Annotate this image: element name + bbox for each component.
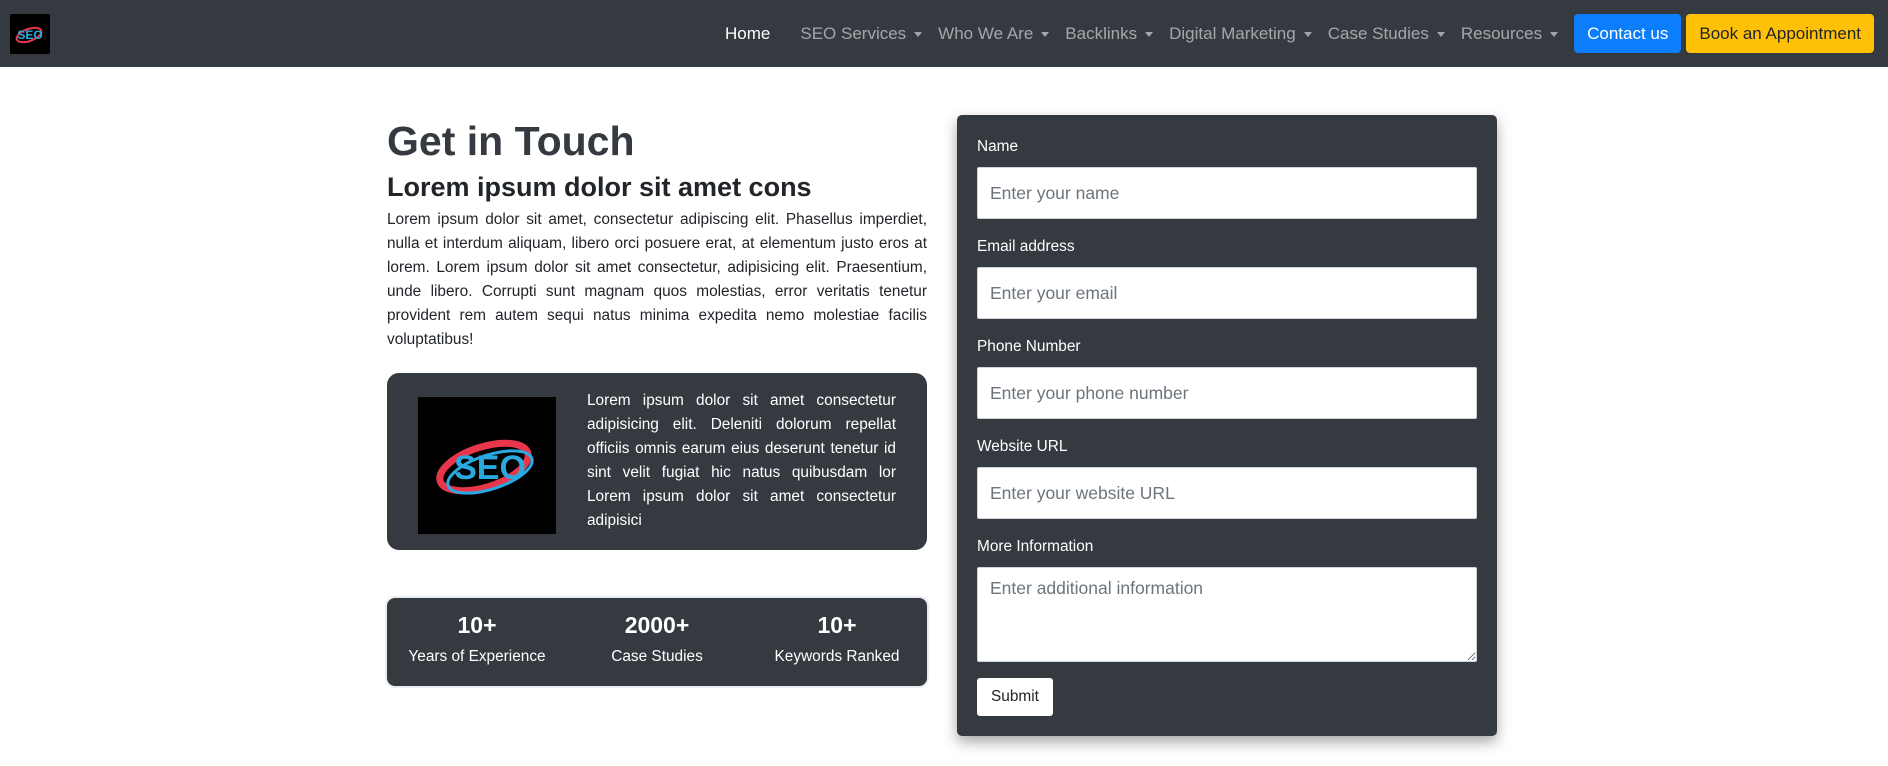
nav-backlinks-label: Backlinks	[1065, 23, 1138, 43]
phone-input[interactable]	[977, 367, 1477, 419]
nav-case-studies[interactable]: Case Studies	[1320, 24, 1453, 44]
caret-down-icon	[1041, 31, 1050, 37]
nav-digital-marketing-label: Digital Marketing	[1169, 23, 1296, 43]
seo-logo-icon: SEO	[436, 439, 534, 495]
nav-backlinks[interactable]: Backlinks	[1057, 24, 1161, 44]
stat-case-studies: 2000+ Case Studies	[567, 598, 747, 686]
caret-down-icon	[1436, 31, 1445, 37]
nav-seo-services[interactable]: SEO Services	[792, 24, 930, 44]
nav-case-studies-label: Case Studies	[1327, 23, 1429, 43]
submit-button[interactable]: Submit	[977, 678, 1053, 716]
email-input[interactable]	[977, 267, 1477, 319]
intro-paragraph: Lorem ipsum dolor sit amet, consectetur …	[387, 211, 927, 348]
nav-home-label: Home	[725, 23, 771, 43]
website-input[interactable]	[977, 467, 1477, 519]
seo-logo[interactable]: SEO	[10, 14, 50, 54]
stat-experience: 10+ Years of Experience	[387, 598, 567, 686]
info-textarea[interactable]	[977, 567, 1477, 662]
info-label: More Information	[977, 538, 1094, 555]
page-subtitle: Lorem ipsum dolor sit amet cons	[387, 172, 812, 202]
stat-label: Years of Experience	[408, 648, 546, 665]
caret-down-icon	[1303, 31, 1312, 37]
stat-value: 10+	[817, 612, 857, 638]
nav-resources-label: Resources	[1460, 23, 1543, 43]
stats-panel: 10+ Years of Experience 2000+ Case Studi…	[387, 598, 927, 686]
caret-down-icon	[1145, 31, 1154, 37]
navbar: SEO Home SEO Services Who We Are Backlin…	[0, 0, 1888, 67]
caret-down-icon	[1550, 31, 1559, 37]
intro-section: Get in Touch Lorem ipsum dolor sit amet …	[387, 112, 927, 352]
stat-label: Case Studies	[611, 648, 703, 665]
book-appointment-button[interactable]: Book an Appointment	[1686, 14, 1874, 53]
stat-value: 10+	[457, 612, 497, 638]
name-input[interactable]	[977, 167, 1477, 219]
caret-down-icon	[914, 31, 923, 37]
svg-text:SEO: SEO	[454, 449, 526, 487]
nav-who-we-are[interactable]: Who We Are	[930, 24, 1057, 44]
nav-menu: Home SEO Services Who We Are Backlinks D…	[717, 14, 1874, 53]
contact-us-button[interactable]: Contact us	[1574, 14, 1682, 53]
page-title: Get in Touch	[387, 118, 635, 164]
stat-value: 2000+	[624, 612, 690, 638]
nav-seo-services-label: SEO Services	[800, 23, 907, 43]
stat-label: Keywords Ranked	[774, 648, 900, 665]
contact-form: Name Email address Phone Number Website …	[957, 115, 1497, 736]
card-description: Lorem ipsum dolor sit amet consectetur a…	[587, 392, 896, 529]
name-label: Name	[977, 138, 1019, 155]
nav-resources[interactable]: Resources	[1453, 24, 1566, 44]
nav-home[interactable]: Home	[717, 24, 792, 44]
svg-text:SEO: SEO	[17, 28, 42, 42]
phone-label: Phone Number	[977, 338, 1081, 355]
nav-who-we-are-label: Who We Are	[938, 23, 1034, 43]
info-card: SEO Lorem ipsum dolor sit amet consectet…	[387, 373, 927, 550]
seo-logo-icon: SEO	[15, 26, 43, 44]
card-seo-logo: SEO	[418, 397, 556, 534]
nav-digital-marketing[interactable]: Digital Marketing	[1161, 24, 1320, 44]
stat-keywords: 10+ Keywords Ranked	[747, 598, 927, 686]
email-label: Email address	[977, 238, 1075, 255]
website-label: Website URL	[977, 438, 1068, 455]
